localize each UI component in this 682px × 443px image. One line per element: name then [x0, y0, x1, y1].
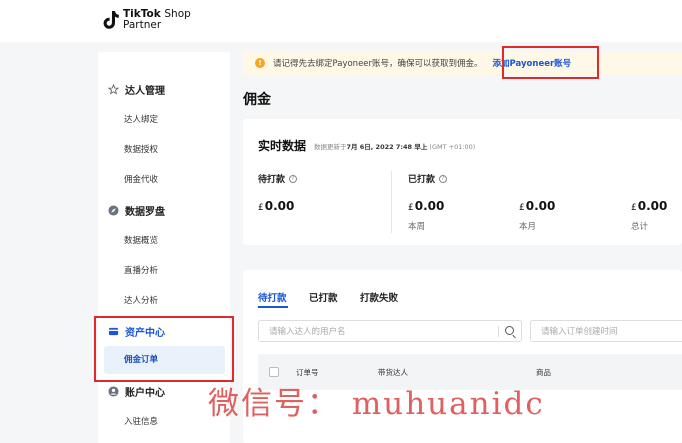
update-prefix: 数据更新于 [314, 143, 347, 151]
pending-value: £0.00 [258, 199, 295, 213]
watermark: 微信号： muhuanidc [208, 386, 545, 422]
talent-search-input[interactable]: 请输入达人的用户名 [258, 320, 522, 342]
sidebar-group-label: 账户中心 [125, 388, 165, 399]
sidebar-group-label: 资产中心 [125, 328, 165, 339]
divider [391, 171, 392, 233]
paid-total-value: £0.00 [631, 199, 668, 213]
wallet-icon [108, 327, 119, 336]
add-payoneer-link[interactable]: 添加Payoneer账号 [493, 57, 572, 69]
paid-week-value: £0.00 [408, 199, 445, 213]
paid-label: 已打款 ? [408, 172, 448, 185]
realtime-title: 实时数据 [258, 139, 307, 153]
sidebar-item-live-analysis[interactable]: 直播分析 [98, 264, 230, 276]
column-product: 商品 [536, 368, 551, 377]
sidebar-group-compass[interactable]: 数据罗盘 [98, 203, 230, 218]
sidebar-item-commission-collection[interactable]: 佣金代收 [98, 173, 230, 185]
paid-month-value: £0.00 [519, 199, 556, 213]
paid-total-caption: 总计 [631, 222, 649, 232]
select-all-checkbox[interactable] [269, 367, 279, 377]
order-date-input[interactable]: 请输入订单创建时间 [530, 320, 682, 342]
timezone: (GMT +01:00) [429, 143, 476, 151]
logo-sub: Partner [123, 19, 162, 31]
active-tab-indicator [258, 306, 288, 308]
sidebar-group-talent[interactable]: 达人管理 [98, 82, 230, 97]
info-icon[interactable]: ? [289, 174, 298, 183]
sidebar-item-talent-binding[interactable]: 达人绑定 [98, 113, 230, 125]
info-icon[interactable]: ? [439, 174, 448, 183]
sidebar-item-data-authorization[interactable]: 数据授权 [98, 143, 230, 155]
sidebar-group-label: 达人管理 [125, 86, 165, 97]
column-talent: 带货达人 [378, 368, 408, 377]
paid-month-caption: 本月 [519, 222, 537, 232]
search-placeholder: 请输入达人的用户名 [269, 327, 346, 337]
compass-icon [108, 205, 119, 216]
logo-suffix: Shop [164, 8, 191, 20]
notice-text: 请记得先去绑定Payoneer账号，确保可以获取到佣金。 [273, 59, 483, 69]
pending-label: 待打款 ? [258, 172, 298, 185]
tab-pending[interactable]: 待打款 [258, 290, 287, 304]
sidebar-group-label: 数据罗盘 [125, 207, 165, 218]
tiktok-shop-partner-logo[interactable]: TikTok Shop Partner [103, 9, 191, 31]
user-circle-icon [108, 386, 119, 397]
payoneer-notice: ! 请记得先去绑定Payoneer账号，确保可以获取到佣金。 添加Payonee… [243, 51, 682, 75]
date-placeholder: 请输入订单创建时间 [541, 327, 618, 337]
tiktok-note-icon [103, 11, 119, 29]
realtime-data-card: 实时数据 数据更新于7月 6日, 2022 7:48 早上 (GMT +01:0… [243, 119, 682, 245]
sidebar-item-talent-analysis[interactable]: 达人分析 [98, 294, 230, 306]
star-icon [108, 84, 119, 95]
sidebar-item-data-overview[interactable]: 数据概览 [98, 234, 230, 246]
page-title: 佣金 [243, 92, 271, 108]
sidebar-group-assets[interactable]: 资产中心 [98, 324, 230, 339]
update-time: 7月 6日, 2022 7:48 早上 [346, 143, 428, 151]
warning-icon: ! [255, 58, 265, 68]
sidebar-item-commission-orders[interactable]: 佣金订单 [104, 346, 225, 374]
paid-week-caption: 本周 [408, 222, 426, 232]
tab-paid[interactable]: 已打款 [309, 290, 338, 304]
search-icon[interactable] [505, 326, 514, 335]
divider [498, 326, 499, 337]
column-order-id: 订单号 [296, 368, 319, 377]
update-time-text: 数据更新于7月 6日, 2022 7:48 早上 (GMT +01:00) [314, 141, 475, 151]
tab-failed[interactable]: 打款失败 [360, 290, 398, 304]
top-bar: TikTok Shop Partner [0, 0, 682, 42]
